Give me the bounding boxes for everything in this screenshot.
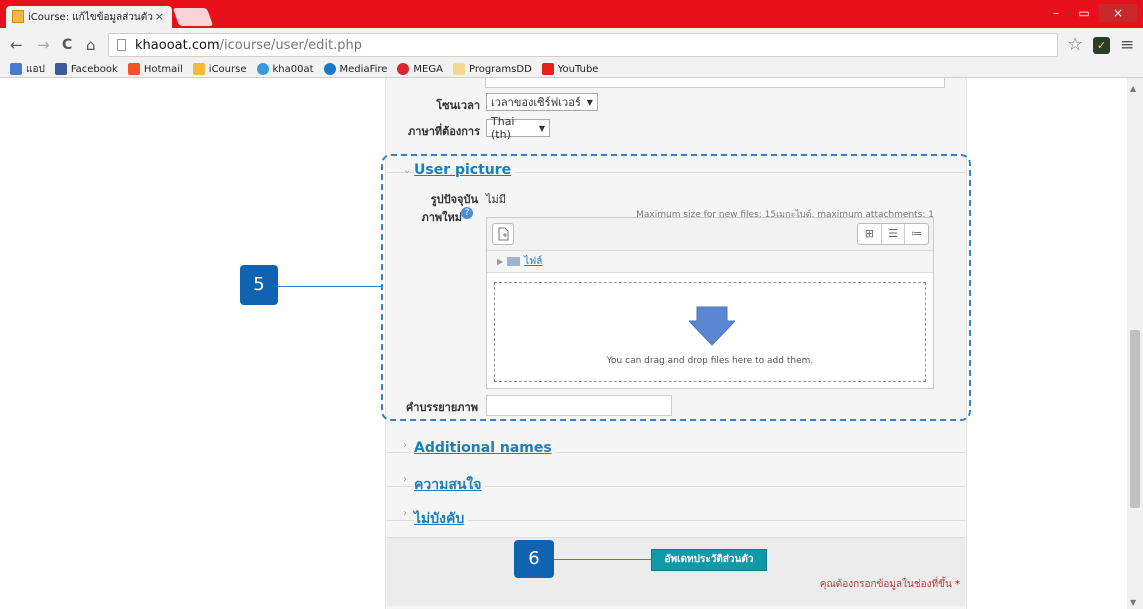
kha00at-icon bbox=[256, 63, 269, 75]
section-additional-names[interactable]: Additional names bbox=[414, 440, 556, 456]
address-bar[interactable]: khaooat.com/icourse/user/edit.php bbox=[108, 33, 1058, 57]
apps-icon bbox=[10, 63, 22, 75]
tab-title: iCourse: แก้ไขข้อมูลส่วนตัว bbox=[28, 11, 153, 23]
hotmail-icon bbox=[127, 63, 140, 75]
bookmark-facebook[interactable]: Facebook bbox=[54, 63, 118, 75]
browser-tab[interactable]: iCourse: แก้ไขข้อมูลส่วนตัว × bbox=[6, 6, 172, 28]
language-label: ภาษาที่ต้องการ bbox=[408, 125, 480, 138]
chevron-right-icon: › bbox=[403, 440, 407, 451]
callout-badge-5: 5 bbox=[240, 265, 278, 305]
window-controls: – ▭ × bbox=[1043, 4, 1137, 22]
back-button[interactable]: ← bbox=[10, 36, 23, 54]
language-value: Thai (th) bbox=[491, 115, 515, 141]
caret-down-icon: ▼ bbox=[538, 123, 545, 133]
bookmark-youtube[interactable]: YouTube bbox=[541, 63, 598, 75]
bookmark-apps[interactable]: แอป bbox=[10, 62, 45, 77]
bookmark-mega[interactable]: MEGA bbox=[397, 63, 443, 75]
bookmark-kha00at[interactable]: kha00at bbox=[256, 63, 314, 75]
home-button[interactable]: ⌂ bbox=[86, 36, 96, 54]
facebook-icon bbox=[54, 63, 67, 75]
section-interests[interactable]: ความสนใจ bbox=[414, 474, 486, 496]
browser-menu-icon[interactable]: ≡ bbox=[1120, 35, 1134, 55]
minimize-button[interactable]: – bbox=[1043, 4, 1069, 22]
maximize-button[interactable]: ▭ bbox=[1071, 4, 1097, 22]
bookmark-star-icon[interactable]: ☆ bbox=[1067, 34, 1083, 55]
url-host: khaooat.com bbox=[135, 37, 220, 53]
youtube-icon bbox=[541, 63, 554, 75]
section-divider bbox=[387, 520, 965, 521]
reload-button[interactable]: C bbox=[62, 37, 72, 53]
callout-badge-6: 6 bbox=[514, 540, 554, 578]
caret-down-icon: ▼ bbox=[586, 97, 593, 107]
timezone-label: โซนเวลา bbox=[436, 99, 480, 112]
scroll-up-icon[interactable]: ▲ bbox=[1130, 84, 1136, 93]
close-window-button[interactable]: × bbox=[1099, 4, 1137, 22]
new-tab-button[interactable] bbox=[172, 8, 214, 26]
mega-icon bbox=[397, 63, 410, 75]
extension-icon[interactable]: ✓ bbox=[1093, 37, 1110, 54]
chevron-right-icon: › bbox=[403, 474, 407, 485]
timezone-value: เวลาของเซิร์ฟเวอร์ bbox=[491, 96, 581, 109]
chevron-right-icon: › bbox=[403, 508, 407, 519]
bookmark-hotmail[interactable]: Hotmail bbox=[127, 63, 183, 75]
highlight-box-user-picture bbox=[381, 154, 971, 421]
previous-field-input[interactable] bbox=[485, 78, 945, 88]
bookmark-programsdd[interactable]: ProgramsDD bbox=[452, 63, 532, 75]
bookmark-icourse[interactable]: iCourse bbox=[192, 63, 247, 75]
bookmarks-bar: แอป Facebook Hotmail iCourse kha00at Med… bbox=[0, 61, 1143, 78]
mediafire-icon bbox=[323, 63, 336, 75]
update-profile-button[interactable]: อัพเดทประวัติส่วนตัว bbox=[651, 549, 767, 571]
icourse-favicon-icon bbox=[12, 10, 24, 23]
scrollbar-thumb[interactable] bbox=[1130, 330, 1140, 508]
url-path: /icourse/user/edit.php bbox=[219, 37, 363, 53]
tab-close-icon[interactable]: × bbox=[155, 10, 164, 23]
bookmark-mediafire[interactable]: MediaFire bbox=[323, 63, 387, 75]
callout-line-6 bbox=[554, 559, 651, 560]
forward-button[interactable]: → bbox=[37, 36, 50, 54]
required-fields-note: คุณต้องกรอกข้อมูลในช่องที่ขึ้น * bbox=[819, 579, 960, 590]
scroll-down-icon[interactable]: ▼ bbox=[1130, 598, 1136, 607]
form-actions bbox=[387, 537, 965, 606]
callout-line-5 bbox=[278, 286, 382, 287]
icourse-icon bbox=[192, 63, 205, 75]
language-select[interactable]: Thai (th) ▼ bbox=[486, 115, 550, 141]
folder-icon bbox=[452, 63, 465, 75]
required-star: * bbox=[955, 579, 960, 590]
page-icon bbox=[117, 39, 126, 51]
section-optional[interactable]: ไม่บังคับ bbox=[414, 508, 469, 530]
timezone-select[interactable]: เวลาของเซิร์ฟเวอร์ ▼ bbox=[486, 93, 598, 111]
